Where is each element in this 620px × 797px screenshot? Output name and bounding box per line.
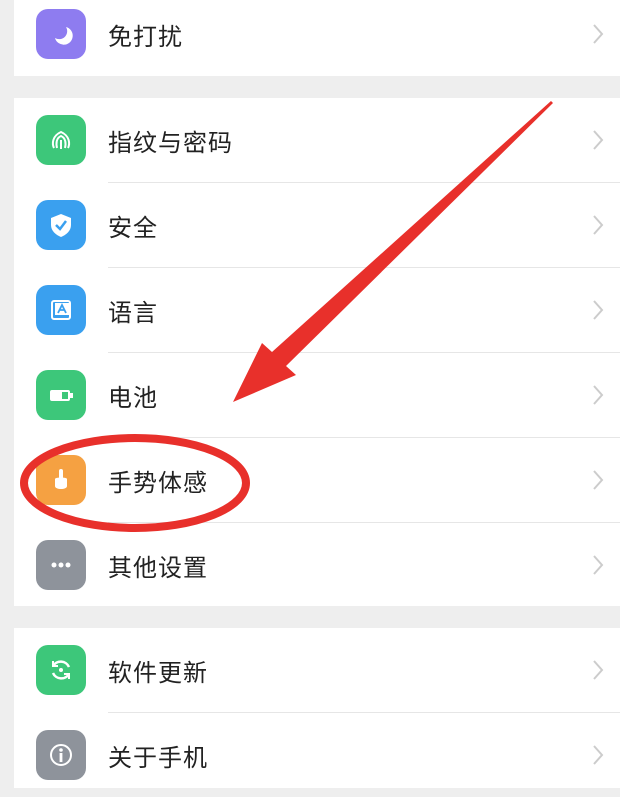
fingerprint-icon <box>36 115 86 165</box>
settings-group-2: 指纹与密码 安全 语言 电池 手势体感 其他设置 <box>14 98 620 606</box>
update-icon <box>36 645 86 695</box>
settings-item-gestures[interactable]: 手势体感 <box>14 438 620 522</box>
hand-gesture-icon <box>36 455 86 505</box>
chevron-right-icon <box>593 300 604 320</box>
chevron-right-icon <box>593 660 604 680</box>
shield-check-icon <box>36 200 86 250</box>
settings-item-language[interactable]: 语言 <box>14 268 620 352</box>
settings-item-other-settings[interactable]: 其他设置 <box>14 523 620 607</box>
settings-item-about-phone[interactable]: 关于手机 <box>14 713 620 797</box>
chevron-right-icon <box>593 470 604 490</box>
chevron-right-icon <box>593 24 604 44</box>
chevron-right-icon <box>593 130 604 150</box>
settings-item-label: 电池 <box>108 383 158 412</box>
settings-item-battery[interactable]: 电池 <box>14 353 620 437</box>
chevron-right-icon <box>593 555 604 575</box>
settings-item-label: 关于手机 <box>108 743 208 772</box>
settings-group-3: 软件更新 关于手机 <box>14 628 620 788</box>
more-icon <box>36 540 86 590</box>
settings-item-software-update[interactable]: 软件更新 <box>14 628 620 712</box>
settings-item-label: 安全 <box>108 213 158 242</box>
moon-icon <box>36 9 86 59</box>
chevron-right-icon <box>593 385 604 405</box>
chevron-right-icon <box>593 215 604 235</box>
settings-item-label: 其他设置 <box>108 553 208 582</box>
settings-item-label: 语言 <box>108 298 158 327</box>
settings-group-1: 免打扰 <box>14 0 620 76</box>
language-icon <box>36 285 86 335</box>
settings-item-label: 指纹与密码 <box>108 128 233 157</box>
settings-item-label: 手势体感 <box>108 468 208 497</box>
settings-item-security[interactable]: 安全 <box>14 183 620 267</box>
settings-item-label: 免打扰 <box>108 22 183 51</box>
info-icon <box>36 730 86 780</box>
settings-item-label: 软件更新 <box>108 658 208 687</box>
battery-icon <box>36 370 86 420</box>
settings-item-fingerprint-password[interactable]: 指纹与密码 <box>14 98 620 182</box>
chevron-right-icon <box>593 745 604 765</box>
settings-item-do-not-disturb[interactable]: 免打扰 <box>14 0 620 76</box>
